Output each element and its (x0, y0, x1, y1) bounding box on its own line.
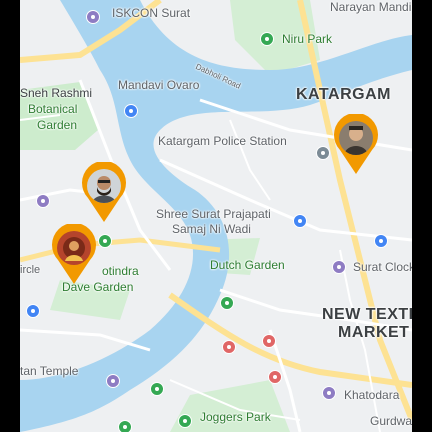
khatodara-pin-icon[interactable] (322, 386, 336, 400)
circle-label: ircle (20, 264, 41, 276)
joggers-park-label: Joggers Park (200, 410, 271, 424)
avatar (87, 169, 121, 203)
garden-pin-icon[interactable] (118, 420, 132, 432)
avatar (339, 121, 373, 155)
samaj-wadi-pin-icon[interactable] (293, 214, 307, 228)
mandavi-ovaro-label: Mandavi Ovaro (118, 78, 200, 92)
shree-surat-label-1: Shree Surat Prajapati (156, 207, 271, 221)
new-textile-label-2: MARKET (338, 324, 410, 341)
park-pin-icon[interactable] (150, 382, 164, 396)
temple-label: tan Temple (20, 364, 79, 378)
gurudwara-label: Gurdwa (370, 414, 412, 428)
person-marker-1[interactable] (332, 112, 380, 176)
iskcon-pin-icon[interactable] (86, 10, 100, 24)
temple-2-pin-icon[interactable] (106, 374, 120, 388)
shree-surat-label-2: Samaj Ni Wadi (172, 222, 251, 236)
niru-park-label: Niru Park (282, 32, 333, 46)
person-marker-3[interactable] (50, 222, 98, 286)
surat-clock-pin-icon[interactable] (332, 260, 346, 274)
mandavi-pin-icon[interactable] (124, 104, 138, 118)
joggers-park-pin-icon[interactable] (178, 414, 192, 428)
katargam-police-label: Katargam Police Station (158, 134, 287, 148)
niru-park-pin-icon[interactable] (260, 32, 274, 46)
narayan-mandir-label: Narayan Mandir (330, 0, 412, 14)
surat-clock-label: Surat Clock (353, 260, 412, 274)
person-marker-2[interactable] (80, 160, 128, 224)
katargam-label: KATARGAM (296, 86, 391, 103)
temple-pin-icon[interactable] (36, 194, 50, 208)
botanical-garden-label-2: Botanical (28, 102, 78, 116)
map-canvas[interactable]: ISKCON Surat Narayan Mandir Niru Park Da… (20, 0, 412, 432)
khatodara-label: Khatodara (344, 388, 400, 402)
botanical-garden-label-1: Sneh Rashmi (20, 86, 93, 100)
dutch-garden-pin-icon[interactable] (220, 296, 234, 310)
botanical-garden-label-3: Garden (37, 118, 78, 132)
pharmacy-pin-icon[interactable] (268, 370, 282, 384)
hospital-pin-icon[interactable] (222, 340, 236, 354)
jyotindra-label-1: otindra (102, 264, 139, 278)
clinic-pin-icon[interactable] (262, 334, 276, 348)
bus-stop-pin-icon[interactable] (374, 234, 388, 248)
jyotindra-garden-pin-icon[interactable] (98, 234, 112, 248)
circle-pin-icon[interactable] (26, 304, 40, 318)
new-textile-label-1: NEW TEXTI (322, 306, 412, 323)
iskcon-label: ISKCON Surat (112, 6, 191, 20)
dutch-garden-label: Dutch Garden (210, 258, 285, 272)
avatar (57, 231, 91, 265)
police-station-pin-icon[interactable] (316, 146, 330, 160)
